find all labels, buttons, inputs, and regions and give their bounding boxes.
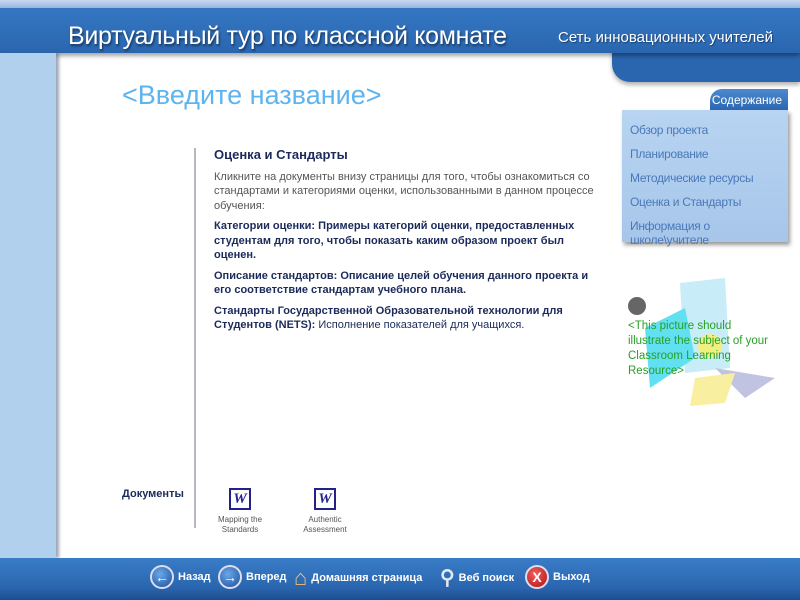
app-title: Виртуальный тур по классной комнате — [68, 22, 507, 50]
item-assessment: Категории оценки: Примеры категорий оцен… — [214, 220, 575, 261]
content: Оценка и Стандарты Кликните на документы… — [214, 147, 594, 339]
magnifier-icon: ⚲ — [440, 567, 455, 589]
menu-tab: Содержание — [710, 89, 788, 111]
menu-item-assessment[interactable]: Оценка и Стандарты — [630, 195, 788, 219]
item-nets: Стандарты Государственной Образовательно… — [214, 304, 563, 332]
menu-item-planning[interactable]: Планирование — [630, 147, 788, 171]
arrow-left-icon: ← — [150, 565, 174, 589]
picture-caption: <This picture should illustrate the subj… — [628, 320, 768, 377]
page-title: <Введите название> — [122, 80, 382, 110]
menu-item-school-info[interactable]: Информация о школе\учителе — [630, 219, 788, 247]
app-subtitle: Сеть инновационных учителей — [558, 29, 774, 46]
contents-menu: Обзор проекта Планирование Методические … — [622, 110, 788, 247]
section-heading: Оценка и Стандарты — [214, 147, 348, 162]
home-button[interactable]: ⌂ Домашняя страница — [294, 565, 422, 591]
menu-item-resources[interactable]: Методические ресурсы — [630, 171, 788, 195]
menu-item-overview[interactable]: Обзор проекта — [630, 123, 788, 147]
word-doc-icon: W — [229, 488, 251, 510]
header: Виртуальный тур по классной комнате Сеть… — [0, 8, 800, 53]
close-icon: X — [525, 565, 549, 589]
home-icon: ⌂ — [294, 565, 308, 590]
doc-mapping-standards[interactable]: W Mapping the Standards — [205, 488, 275, 535]
doc-authentic-assessment[interactable]: W Authentic Assessment — [290, 488, 360, 535]
word-doc-icon: W — [314, 488, 336, 510]
forward-button[interactable]: → Вперед — [218, 565, 287, 589]
arrow-right-icon: → — [218, 565, 242, 589]
left-strip — [0, 53, 56, 558]
intro-text: Кликните на документы внизу страницы для… — [214, 170, 594, 212]
exit-button[interactable]: X Выход — [525, 565, 590, 589]
divider — [194, 148, 196, 528]
back-button[interactable]: ← Назад — [150, 565, 211, 589]
documents-label: Документы — [122, 488, 184, 500]
item-standards: Описание стандартов: Описание целей обуч… — [214, 269, 589, 297]
web-search-button[interactable]: ⚲ Веб поиск — [440, 565, 514, 590]
